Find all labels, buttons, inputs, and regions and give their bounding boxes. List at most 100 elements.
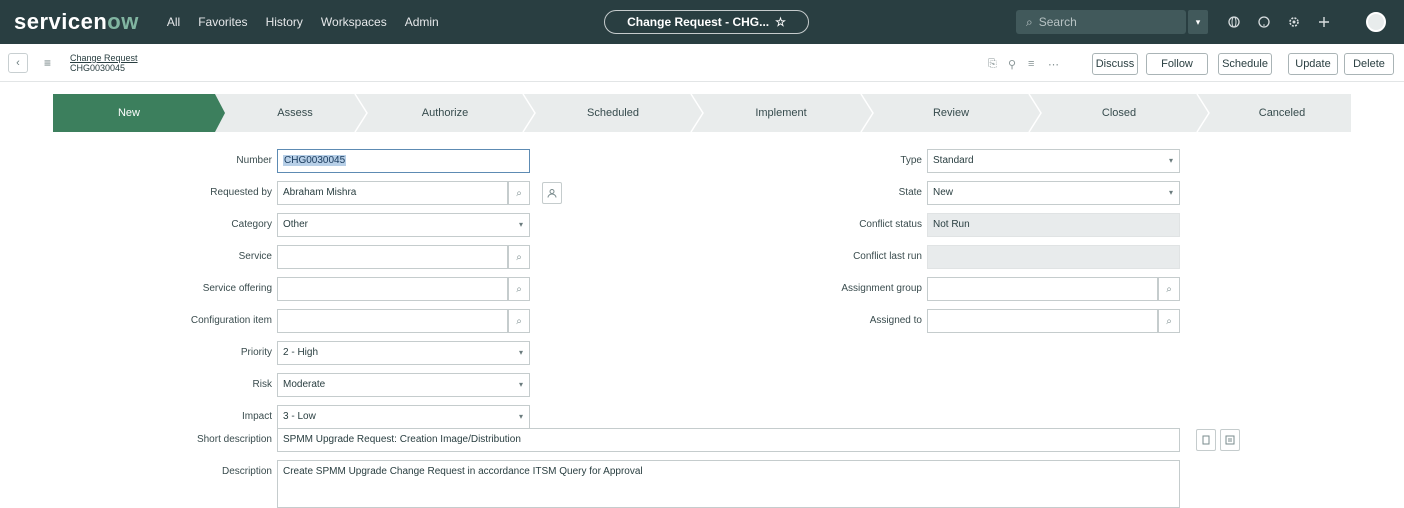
stage-label: Authorize: [421, 107, 469, 119]
nav-links: All Favorites History Workspaces Admin: [167, 15, 439, 29]
requested-by-field[interactable]: Abraham Mishra: [277, 181, 508, 205]
field-label-conflict-last-run: Conflict last run: [853, 251, 922, 262]
assignment-group-field[interactable]: [927, 277, 1158, 301]
field-label-service-offering: Service offering: [202, 283, 272, 294]
help-icon[interactable]: [1256, 14, 1272, 30]
number-value: CHG0030045: [283, 155, 347, 166]
field-label-description: Description: [221, 466, 272, 477]
field-label-short-description: Short description: [196, 434, 272, 445]
priority-select[interactable]: 2 - High ▾: [277, 341, 530, 365]
risk-value: Moderate: [283, 379, 326, 390]
search-placeholder: Search: [1038, 15, 1077, 29]
stage-assess[interactable]: Assess: [225, 94, 365, 132]
field-label-number: Number: [236, 155, 272, 166]
search-icon[interactable]: ⌕: [508, 181, 530, 205]
user-info-icon[interactable]: [542, 182, 562, 204]
category-value: Other: [283, 219, 309, 230]
more-icon[interactable]: ⋯: [1048, 58, 1059, 71]
field-label-assigned-to: Assigned to: [869, 315, 922, 326]
number-field[interactable]: CHG0030045: [277, 149, 530, 173]
field-label-state: State: [898, 187, 922, 198]
search-scope-dropdown[interactable]: ▾: [1188, 10, 1208, 34]
state-select[interactable]: New ▾: [927, 181, 1180, 205]
record-table-name: Change Request: [70, 53, 138, 63]
stage-divider: [1028, 94, 1042, 132]
nav-favorites[interactable]: Favorites: [198, 15, 247, 29]
field-label-requested-by: Requested by: [210, 187, 272, 198]
servicenow-logo[interactable]: servicenow: [14, 9, 139, 35]
field-label-category: Category: [231, 219, 272, 230]
record-number: CHG0030045: [70, 63, 126, 73]
avatar[interactable]: [1366, 12, 1386, 32]
description-textarea[interactable]: Create SPMM Upgrade Change Request in ac…: [277, 460, 1180, 508]
service-field[interactable]: [277, 245, 508, 269]
conflict-last-run-field: [927, 245, 1180, 269]
impact-select[interactable]: 3 - Low ▾: [277, 405, 530, 429]
star-icon[interactable]: ☆: [775, 15, 786, 29]
stage-label: Closed: [1101, 107, 1137, 119]
stage-label: Review: [932, 107, 970, 119]
settings-sliders-icon[interactable]: ≡: [1028, 58, 1034, 70]
stage-divider: [354, 94, 368, 132]
field-label-risk: Risk: [252, 379, 272, 390]
form-menu-icon[interactable]: ≡: [44, 56, 51, 70]
stage-divider: [690, 94, 704, 132]
stage-scheduled[interactable]: Scheduled: [539, 94, 687, 132]
stage-closed[interactable]: Closed: [1045, 94, 1193, 132]
nav-all[interactable]: All: [167, 15, 180, 29]
search-icon[interactable]: ⌕: [508, 245, 530, 269]
search-icon[interactable]: ⌕: [508, 309, 530, 333]
nav-workspaces[interactable]: Workspaces: [321, 15, 387, 29]
field-label-priority: Priority: [240, 347, 272, 358]
record-title: Change Request CHG0030045: [70, 53, 138, 73]
search-icon[interactable]: ⌕: [1158, 277, 1180, 301]
chevron-left-icon: ‹: [16, 57, 20, 69]
search-icon: ⌕: [1026, 14, 1033, 29]
chevron-down-icon: ▾: [518, 348, 523, 357]
field-label-assignment-group: Assignment group: [841, 283, 922, 294]
chevron-down-icon: ▾: [518, 412, 523, 421]
stage-arrow-active: [205, 94, 225, 132]
search-icon[interactable]: ⌕: [1158, 309, 1180, 333]
service-offering-field[interactable]: [277, 277, 508, 301]
stage-label: New: [117, 107, 140, 119]
delete-button[interactable]: Delete: [1344, 53, 1394, 75]
category-select[interactable]: Other ▾: [277, 213, 530, 237]
search-icon[interactable]: ⌕: [508, 277, 530, 301]
field-label-type: Type: [900, 155, 922, 166]
stage-divider: [1196, 94, 1210, 132]
settings-icon[interactable]: [1286, 14, 1302, 30]
stage-new[interactable]: New: [53, 94, 205, 132]
chevron-down-icon: ▾: [1195, 16, 1201, 27]
field-label-service: Service: [238, 251, 272, 262]
field-label-configuration-item: Configuration item: [190, 315, 272, 326]
context-pill[interactable]: Change Request - CHG... ☆: [604, 10, 809, 34]
activity-icon[interactable]: ⚲: [1008, 58, 1016, 71]
chevron-down-icon: ▾: [1168, 156, 1173, 165]
nav-history[interactable]: History: [266, 15, 303, 29]
globe-icon[interactable]: [1226, 14, 1242, 30]
stage-authorize[interactable]: Authorize: [371, 94, 519, 132]
global-search-input[interactable]: ⌕ Search: [1016, 10, 1186, 34]
update-button[interactable]: Update: [1288, 53, 1338, 75]
configuration-item-field[interactable]: [277, 309, 508, 333]
back-button[interactable]: ‹: [8, 53, 28, 73]
nav-admin[interactable]: Admin: [405, 15, 439, 29]
suggestion-icon[interactable]: [1196, 429, 1216, 451]
field-label-impact: Impact: [241, 411, 272, 422]
conflict-status-field: Not Run: [927, 213, 1180, 237]
form-header: ‹ ≡ Change Request CHG0030045 ⎘ ⚲ ≡ ⋯ Di…: [0, 44, 1404, 82]
stage-implement[interactable]: Implement: [707, 94, 855, 132]
short-description-field[interactable]: SPMM Upgrade Request: Creation Image/Dis…: [277, 428, 1180, 452]
stage-review[interactable]: Review: [877, 94, 1025, 132]
add-icon[interactable]: [1316, 14, 1332, 30]
attachment-icon[interactable]: ⎘: [988, 58, 997, 71]
type-select[interactable]: Standard ▾: [927, 149, 1180, 173]
stage-canceled[interactable]: Canceled: [1213, 94, 1351, 132]
follow-button[interactable]: Follow: [1146, 53, 1208, 75]
discuss-button[interactable]: Discuss: [1092, 53, 1138, 75]
schedule-button[interactable]: Schedule: [1218, 53, 1272, 75]
assigned-to-field[interactable]: [927, 309, 1158, 333]
risk-select[interactable]: Moderate ▾: [277, 373, 530, 397]
template-icon[interactable]: [1220, 429, 1240, 451]
